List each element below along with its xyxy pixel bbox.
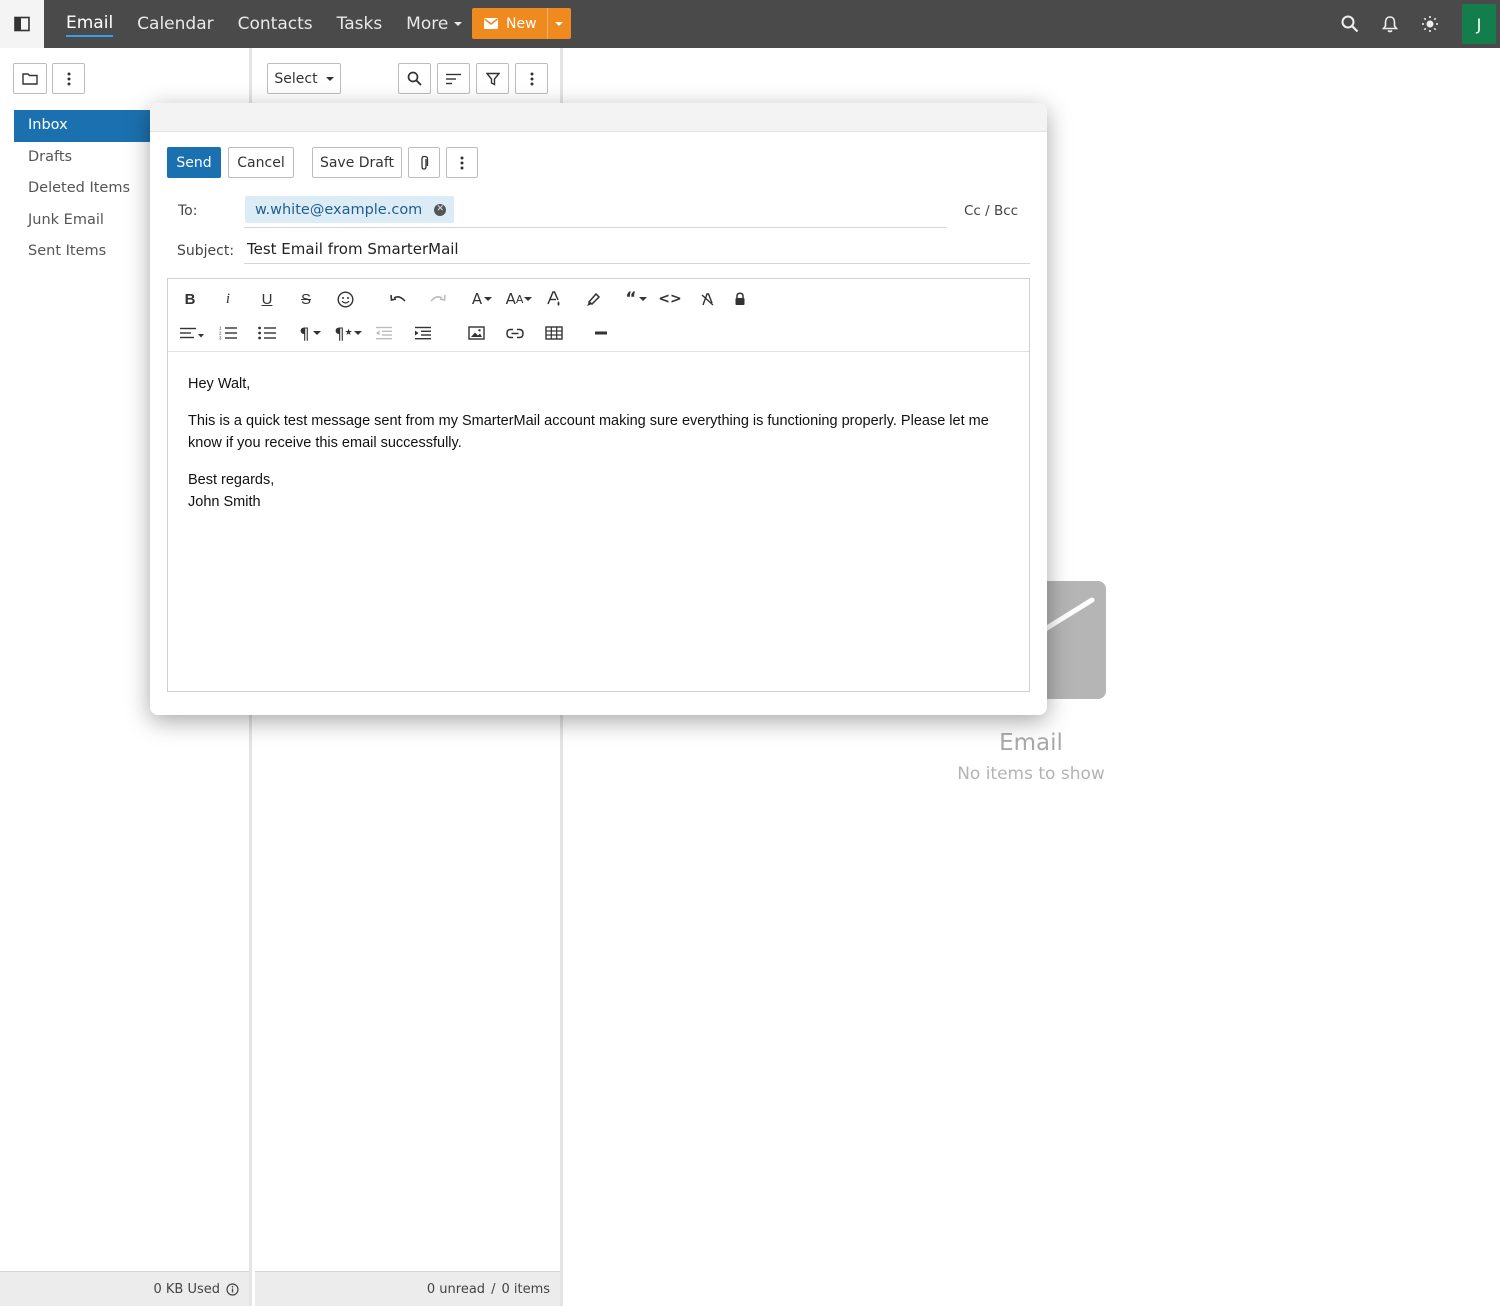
list-more-button[interactable] bbox=[515, 63, 548, 94]
empty-state-subtitle: No items to show bbox=[957, 764, 1105, 784]
folder-icon bbox=[22, 73, 38, 85]
indent-icon[interactable] bbox=[410, 321, 434, 345]
empty-state-title: Email bbox=[999, 730, 1063, 756]
filter-button[interactable] bbox=[476, 63, 509, 94]
envelope-icon bbox=[484, 18, 498, 29]
storage-footer: 0 KB Used bbox=[0, 1271, 249, 1306]
body-signature: John Smith bbox=[188, 494, 261, 510]
folder-button[interactable] bbox=[13, 63, 47, 94]
sort-icon bbox=[446, 73, 461, 84]
attach-button[interactable] bbox=[408, 147, 440, 178]
nav-email[interactable]: Email bbox=[66, 11, 114, 37]
unordered-list-icon[interactable] bbox=[255, 321, 279, 345]
sort-button[interactable] bbox=[437, 63, 470, 94]
message-editor: B i U S A AA “ <> 1 2 3 ¶ ¶ ★ Hey Walt, … bbox=[167, 278, 1030, 692]
font-family-icon[interactable]: A bbox=[468, 287, 496, 311]
top-bar: Email Calendar Contacts Tasks More New J bbox=[0, 0, 1500, 48]
underline-icon[interactable]: U bbox=[255, 287, 279, 311]
nav-calendar[interactable]: Calendar bbox=[137, 12, 213, 36]
lock-icon[interactable] bbox=[728, 287, 752, 311]
cc-bcc-link[interactable]: Cc / Bcc bbox=[964, 203, 1018, 219]
footer-separator: / bbox=[491, 1281, 496, 1297]
empty-email-icon bbox=[1046, 581, 1106, 699]
editor-toolbar: B i U S A AA “ <> 1 2 3 ¶ ¶ ★ bbox=[168, 279, 1029, 352]
body-closing: Best regards, bbox=[188, 471, 275, 488]
align-icon[interactable] bbox=[178, 321, 206, 345]
emoji-icon[interactable] bbox=[333, 287, 357, 311]
svg-text:3: 3 bbox=[219, 336, 222, 341]
link-icon[interactable] bbox=[503, 321, 527, 345]
kebab-menu-icon bbox=[67, 72, 70, 85]
font-size-icon[interactable]: AA bbox=[504, 287, 534, 311]
paragraph-style-icon[interactable]: ¶ ★ bbox=[334, 321, 362, 345]
remove-recipient-icon[interactable]: ✕ bbox=[434, 203, 447, 216]
search-icon[interactable] bbox=[1330, 0, 1370, 48]
to-label: To: bbox=[178, 203, 198, 219]
bold-icon[interactable]: B bbox=[178, 287, 202, 311]
nav-more-label: More bbox=[406, 14, 449, 34]
search-icon bbox=[407, 71, 422, 86]
body-greeting: Hey Walt, bbox=[188, 376, 251, 392]
blockquote-icon[interactable]: “ bbox=[622, 287, 650, 311]
select-dropdown[interactable]: Select bbox=[267, 63, 341, 94]
paragraph-format-icon[interactable]: ¶ bbox=[296, 321, 324, 345]
italic-icon[interactable]: i bbox=[216, 287, 240, 311]
chevron-down-icon bbox=[454, 22, 463, 26]
chevron-down-icon bbox=[555, 21, 564, 26]
cancel-button[interactable]: Cancel bbox=[228, 147, 294, 178]
chevron-down-icon bbox=[325, 76, 334, 81]
new-button-label: New bbox=[506, 15, 537, 32]
nav-contacts[interactable]: Contacts bbox=[238, 12, 313, 36]
compose-more-button[interactable] bbox=[446, 147, 478, 178]
subject-label: Subject: bbox=[177, 243, 235, 259]
nav-tasks[interactable]: Tasks bbox=[337, 12, 383, 36]
item-count: 0 items bbox=[501, 1281, 550, 1297]
sidebar-toggle-icon[interactable] bbox=[0, 0, 44, 48]
outdent-icon[interactable] bbox=[371, 321, 395, 345]
new-dropdown-button[interactable] bbox=[546, 8, 571, 39]
filter-icon bbox=[485, 72, 500, 86]
avatar[interactable]: J bbox=[1462, 4, 1496, 44]
save-draft-button[interactable]: Save Draft bbox=[312, 147, 402, 178]
paperclip-icon bbox=[421, 155, 429, 170]
highlighter-icon[interactable] bbox=[581, 287, 605, 311]
table-icon[interactable] bbox=[542, 321, 566, 345]
redo-icon[interactable] bbox=[425, 287, 449, 311]
to-field[interactable] bbox=[244, 227, 947, 228]
insert-image-icon[interactable] bbox=[464, 321, 488, 345]
compose-dialog: Send Cancel Save Draft To: w.white@examp… bbox=[150, 103, 1047, 715]
ordered-list-icon[interactable]: 123 bbox=[216, 321, 240, 345]
unread-count: 0 unread bbox=[426, 1281, 486, 1297]
kebab-menu-icon bbox=[530, 72, 533, 85]
body-paragraph: This is a quick test message sent from m… bbox=[188, 412, 989, 452]
bell-icon[interactable] bbox=[1370, 0, 1410, 48]
horizontal-rule-icon[interactable] bbox=[589, 321, 613, 345]
main-nav: Email Calendar Contacts Tasks More bbox=[54, 0, 474, 48]
info-icon[interactable] bbox=[226, 1282, 239, 1296]
folder-more-button[interactable] bbox=[52, 63, 85, 94]
subject-underline bbox=[244, 263, 1030, 264]
storage-used: 0 KB Used bbox=[153, 1281, 220, 1297]
list-footer: 0 unread / 0 items bbox=[255, 1271, 560, 1306]
compose-dialog-header[interactable] bbox=[150, 103, 1047, 132]
strikethrough-icon[interactable]: S bbox=[294, 287, 318, 311]
undo-icon[interactable] bbox=[386, 287, 410, 311]
code-icon[interactable]: <> bbox=[658, 287, 682, 311]
list-search-button[interactable] bbox=[398, 63, 431, 94]
kebab-menu-icon bbox=[460, 156, 464, 169]
text-color-icon[interactable] bbox=[542, 287, 566, 311]
top-right-actions: J bbox=[1330, 0, 1500, 48]
new-button[interactable]: New bbox=[472, 8, 547, 39]
send-button[interactable]: Send bbox=[167, 147, 221, 178]
select-label: Select bbox=[274, 70, 318, 87]
recipient-address: w.white@example.com bbox=[255, 201, 423, 218]
new-button-group: New bbox=[472, 8, 571, 39]
sun-icon[interactable] bbox=[1410, 0, 1450, 48]
recipient-chip[interactable]: w.white@example.com ✕ bbox=[245, 196, 455, 223]
nav-more[interactable]: More bbox=[406, 12, 463, 36]
message-body[interactable]: Hey Walt, This is a quick test message s… bbox=[188, 373, 998, 514]
subject-input[interactable]: Test Email from SmarterMail bbox=[247, 240, 459, 258]
clear-formatting-icon[interactable] bbox=[696, 287, 720, 311]
